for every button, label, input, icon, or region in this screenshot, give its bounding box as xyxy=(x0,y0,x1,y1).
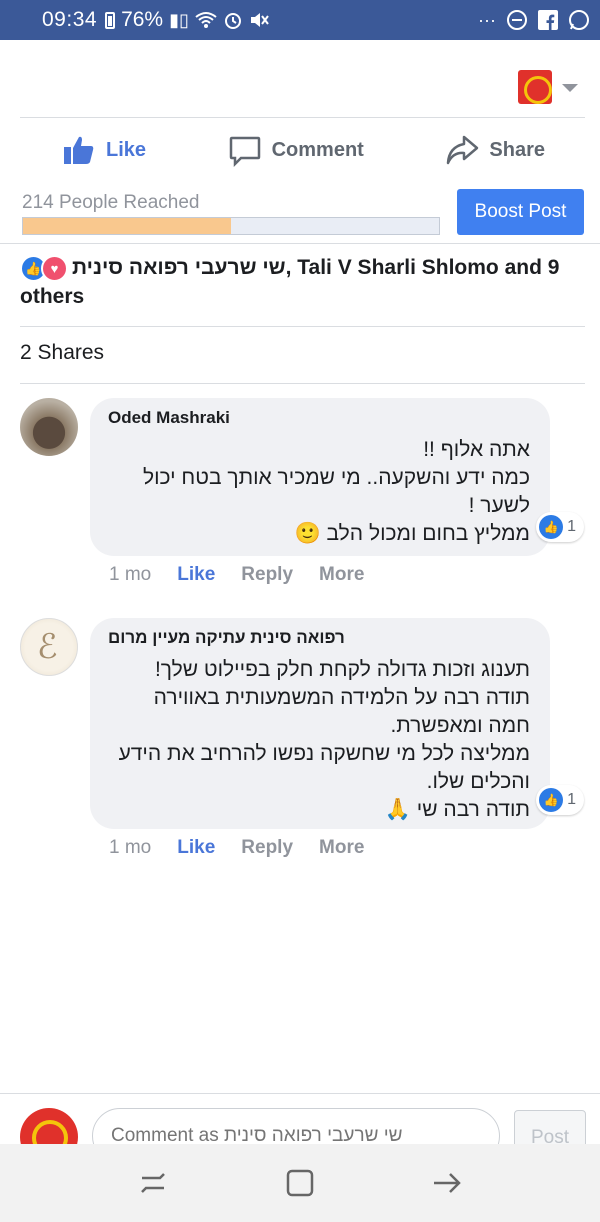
post-actions: Like Comment Share xyxy=(20,120,585,180)
comment-age: 1 mo xyxy=(109,564,152,585)
whatsapp-icon xyxy=(569,10,589,30)
home-button[interactable] xyxy=(282,1165,318,1201)
comment-bubble: רפואה סינית עתיקה מעיין מרום תענוג וזכות… xyxy=(90,618,584,829)
more-notifications-icon: ··· xyxy=(478,10,496,30)
comment-meta: 1 mo Like Reply More xyxy=(109,564,364,586)
page-avatar[interactable] xyxy=(518,70,552,104)
share-icon xyxy=(447,135,479,165)
mute-icon xyxy=(250,13,269,27)
reactions-summary[interactable]: 👍 ♥ שי שרעבי רפואה סינית, Tali V Sharli … xyxy=(20,253,590,311)
like-button[interactable]: Like xyxy=(62,133,146,167)
home-icon xyxy=(286,1169,314,1197)
signal-icon: ▮▯ xyxy=(169,10,189,30)
boost-post-button[interactable]: Boost Post xyxy=(457,189,584,235)
reach-progress-bar xyxy=(22,217,440,235)
battery-percent: 76% xyxy=(121,8,164,31)
divider xyxy=(20,117,585,118)
comment-text: תענוג וזכות גדולה לקחת חלק בפיילוט שלך! … xyxy=(118,658,530,821)
people-reached: 214 People Reached xyxy=(22,192,200,213)
divider xyxy=(20,326,585,327)
reach-progress-fill xyxy=(23,218,231,234)
comment-reaction-count: 1 xyxy=(567,791,576,808)
comment-label: Comment xyxy=(271,138,364,161)
like-label: Like xyxy=(106,138,147,161)
status-bar: 09:34 76% ▮▯ ··· xyxy=(0,0,600,40)
chevron-down-icon[interactable] xyxy=(562,84,578,92)
shares-count[interactable]: 2 Shares xyxy=(20,341,104,365)
comment-reply-link[interactable]: Reply xyxy=(241,837,293,859)
comment-bubble: Oded Mashraki אתה אלוף !! כמה ידע והשקעה… xyxy=(90,398,584,556)
avatar[interactable] xyxy=(20,618,78,676)
comment-reaction-badge[interactable]: 👍 1 xyxy=(536,512,584,542)
reactors-hebrew-name: שי שרעבי רפואה סינית xyxy=(72,256,286,279)
reaction-icons: 👍 ♥ xyxy=(20,254,68,282)
divider xyxy=(20,383,585,384)
comment-reply-link[interactable]: Reply xyxy=(241,564,293,586)
comment-reaction-count: 1 xyxy=(567,518,576,535)
thumbs-up-icon xyxy=(64,136,94,164)
comment-age: 1 mo xyxy=(109,837,152,858)
wifi-icon xyxy=(195,12,217,28)
divider xyxy=(0,243,600,244)
app-notification-icon xyxy=(507,10,527,30)
comment-text: אתה אלוף !! כמה ידע והשקעה.. מי שמכיר או… xyxy=(142,438,530,545)
alarm-icon xyxy=(224,13,241,29)
comment-input[interactable] xyxy=(92,1108,500,1144)
comment-reaction-badge[interactable]: 👍 1 xyxy=(536,785,584,815)
comment-author[interactable]: רפואה סינית עתיקה מעיין מרום xyxy=(108,628,530,648)
comment-meta: 1 mo Like Reply More xyxy=(109,837,364,859)
comment-composer: Post xyxy=(0,1094,600,1144)
back-icon xyxy=(433,1173,461,1193)
post-comment-button[interactable]: Post xyxy=(514,1110,586,1144)
recent-apps-button[interactable] xyxy=(135,1165,171,1201)
facebook-icon xyxy=(538,10,558,30)
avatar[interactable] xyxy=(20,398,78,456)
post-header xyxy=(0,40,600,118)
comment-like-link[interactable]: Like xyxy=(177,564,215,586)
comment-icon xyxy=(229,136,260,167)
comment-author[interactable]: Oded Mashraki xyxy=(108,408,530,428)
love-reaction-icon: ♥ xyxy=(41,254,68,282)
status-time: 09:34 xyxy=(42,8,98,31)
battery-icon xyxy=(105,11,116,29)
like-reaction-icon: 👍 xyxy=(539,515,564,539)
back-button[interactable] xyxy=(429,1165,465,1201)
comment-more-link[interactable]: More xyxy=(319,837,364,859)
avatar xyxy=(20,1108,78,1144)
like-reaction-icon: 👍 xyxy=(539,788,564,812)
share-button[interactable]: Share xyxy=(445,133,545,167)
recent-apps-icon xyxy=(141,1173,166,1193)
system-nav-bar xyxy=(0,1144,600,1222)
comment-like-link[interactable]: Like xyxy=(177,837,215,859)
comment-more-link[interactable]: More xyxy=(319,564,364,586)
comment-button[interactable]: Comment xyxy=(228,133,364,167)
share-label: Share xyxy=(489,138,545,161)
